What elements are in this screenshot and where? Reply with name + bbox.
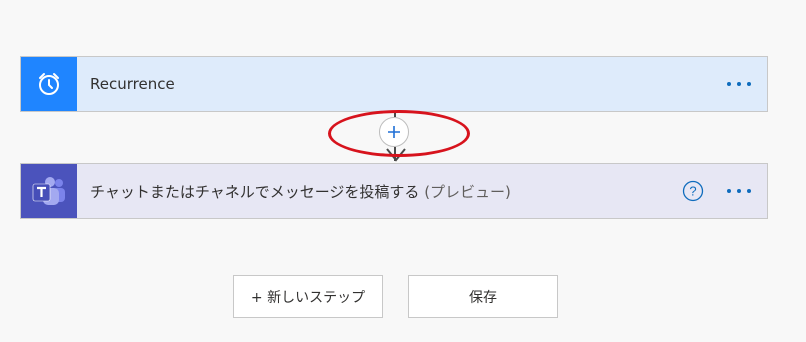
step-title[interactable]: チャットまたはチャネルでメッセージを投稿する (プレビュー): [90, 181, 681, 202]
help-button[interactable]: ?: [681, 179, 705, 203]
save-button[interactable]: 保存: [408, 275, 558, 318]
help-label: ?: [689, 184, 696, 199]
highlight-annotation: [328, 110, 470, 157]
alarm-clock-icon: [21, 57, 77, 111]
teams-icon: [21, 164, 77, 218]
step-title-text: チャットまたはチャネルでメッセージを投稿する: [90, 182, 420, 201]
teams-post-message-step-card[interactable]: チャットまたはチャネルでメッセージを投稿する (プレビュー) ?: [20, 163, 768, 219]
recurrence-step-card[interactable]: Recurrence: [20, 56, 768, 112]
more-options-button[interactable]: [719, 69, 759, 99]
ellipsis-icon: [727, 189, 751, 193]
step-title[interactable]: Recurrence: [90, 75, 719, 93]
more-options-button[interactable]: [719, 176, 759, 206]
new-step-button[interactable]: + 新しいステップ: [233, 275, 383, 318]
ellipsis-icon: [727, 82, 751, 86]
question-mark-icon: ?: [682, 180, 704, 202]
preview-label: (プレビュー): [424, 182, 511, 201]
